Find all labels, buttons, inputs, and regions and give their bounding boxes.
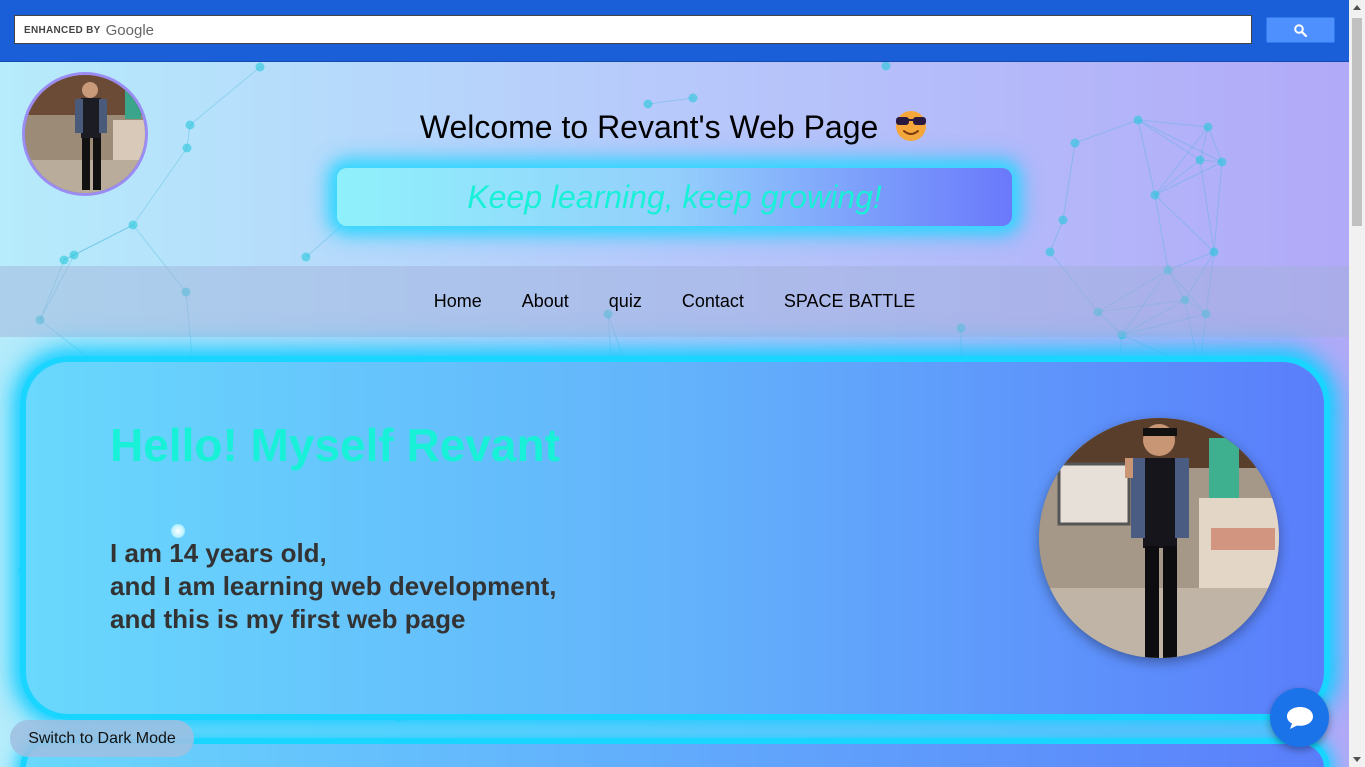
google-logo: Google xyxy=(105,22,155,39)
page-title-text: Welcome to Revant's Web Page xyxy=(419,109,879,145)
cursor-glow xyxy=(171,524,185,538)
network-node xyxy=(59,255,69,265)
search-branding: ENHANCED BY Google xyxy=(24,22,154,39)
network-node xyxy=(1217,157,1227,167)
enhanced-by-label: ENHANCED BY xyxy=(24,25,101,36)
network-node xyxy=(301,252,311,262)
network-node xyxy=(688,93,698,103)
nav-contact[interactable]: Contact xyxy=(682,291,744,312)
network-node xyxy=(128,220,138,230)
search-icon xyxy=(1294,23,1307,37)
page-scrollbar[interactable] xyxy=(1349,0,1365,767)
google-search-bar: ENHANCED BY Google xyxy=(0,0,1349,62)
nav-quiz[interactable]: quiz xyxy=(609,291,642,312)
network-node xyxy=(1058,215,1068,225)
sunglasses-face-icon xyxy=(893,108,929,150)
scrollbar-thumb[interactable] xyxy=(1352,18,1362,226)
profile-photo-large xyxy=(1039,418,1279,658)
chat-button[interactable] xyxy=(1270,688,1329,747)
intro-line: and I am learning web development, xyxy=(110,571,557,601)
intro-text: I am 14 years old, and I am learning web… xyxy=(110,537,556,636)
intro-heading: Hello! Myself Revant xyxy=(110,419,560,471)
search-input[interactable] xyxy=(175,20,1235,40)
main-nav: Home About quiz Contact SPACE BATTLE xyxy=(0,266,1349,337)
network-node xyxy=(1209,247,1219,257)
nav-space-battle[interactable]: SPACE BATTLE xyxy=(784,291,915,312)
motto-text: Keep learning, keep growing! xyxy=(467,178,882,215)
intro-line: I am 14 years old, xyxy=(110,538,327,568)
scroll-up-arrow-icon[interactable] xyxy=(1353,5,1361,10)
network-node xyxy=(1195,155,1205,165)
network-node xyxy=(881,61,891,71)
network-node xyxy=(1150,190,1160,200)
next-section-card xyxy=(20,738,1330,767)
nav-about[interactable]: About xyxy=(522,291,569,312)
nav-home[interactable]: Home xyxy=(434,291,482,312)
search-button[interactable] xyxy=(1266,17,1335,43)
network-node xyxy=(255,62,265,72)
search-box[interactable]: ENHANCED BY Google xyxy=(14,15,1252,44)
network-node xyxy=(69,250,79,260)
scroll-down-arrow-icon[interactable] xyxy=(1353,757,1361,762)
intro-line: and this is my first web page xyxy=(110,604,466,634)
chat-bubble-icon xyxy=(1286,706,1313,729)
motto-banner: Keep learning, keep growing! xyxy=(337,168,1012,226)
dark-mode-toggle-button[interactable]: Switch to Dark Mode xyxy=(10,720,194,757)
page-title: Welcome to Revant's Web Page xyxy=(0,108,1349,150)
network-node xyxy=(1045,247,1055,257)
